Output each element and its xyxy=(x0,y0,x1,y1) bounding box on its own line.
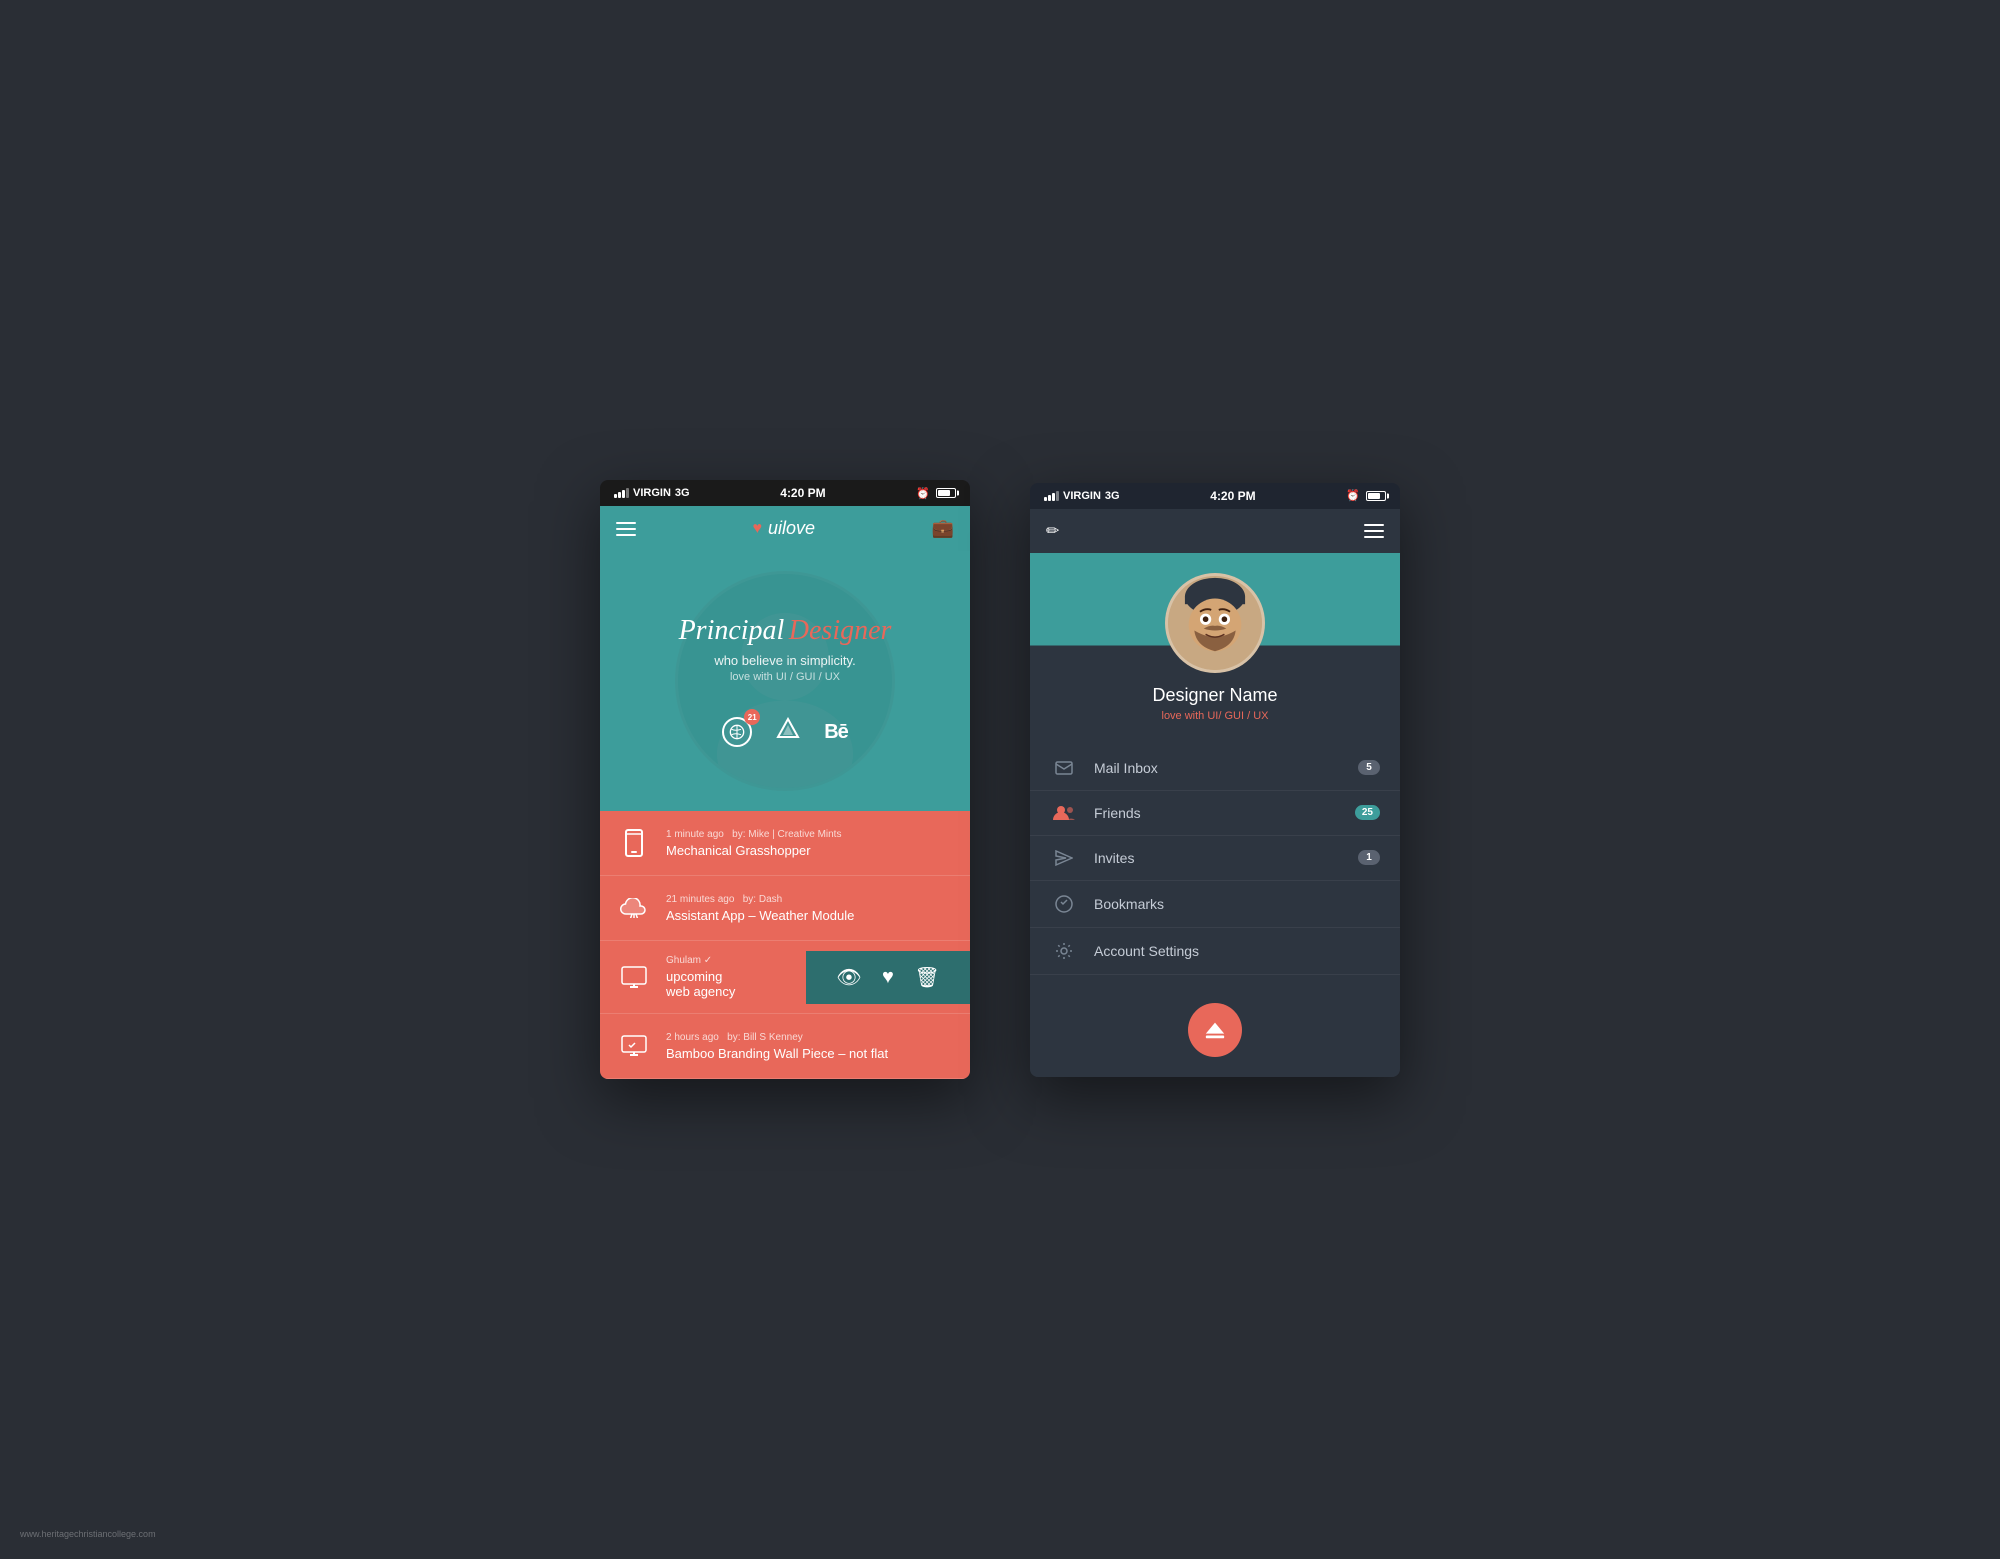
hero-section: Principal Designer who believe in simpli… xyxy=(600,551,970,811)
sidebar-item-bookmarks[interactable]: Bookmarks xyxy=(1030,881,1400,928)
feed-time: 1 minute ago xyxy=(666,829,724,840)
profile-tagline: love with UI/ GUI / UX xyxy=(1162,710,1269,722)
behance-icon: Bē xyxy=(824,721,848,743)
time: 4:20 PM xyxy=(780,486,825,500)
hero-subtitle: who believe in simplicity. xyxy=(679,653,892,668)
feed-by: by: Mike | Creative Mints xyxy=(732,829,841,840)
feed-by: by: Bill S Kenney xyxy=(727,1032,803,1043)
sidebar-item-friends[interactable]: Friends 25 xyxy=(1030,791,1400,836)
clock-icon: ⏰ xyxy=(1346,489,1360,502)
heart-action-icon[interactable]: ♥ xyxy=(882,966,894,989)
status-left: VIRGIN 3G xyxy=(1044,490,1120,502)
monitor-icon xyxy=(616,1028,652,1064)
app-logo: ♥ uilove xyxy=(753,518,816,539)
list-item[interactable]: 1 minute ago by: Mike | Creative Mints M… xyxy=(600,811,970,876)
status-right: ⏰ xyxy=(916,487,956,500)
heart-icon: ♥ xyxy=(753,520,763,538)
profile-header: ✏ xyxy=(1030,509,1400,553)
menu-section: Mail Inbox 5 Friends 25 xyxy=(1030,738,1400,983)
send-icon xyxy=(1050,850,1078,866)
arch-icon-wrap[interactable] xyxy=(776,717,800,747)
friends-badge: 25 xyxy=(1355,805,1380,820)
feed-by: by: Dash xyxy=(743,894,782,905)
feed-time: 2 hours ago xyxy=(666,1032,719,1043)
feed-item-meta: 2 hours ago by: Bill S Kenney xyxy=(666,1032,954,1043)
mail-inbox-label: Mail Inbox xyxy=(1094,760,1358,776)
carrier: VIRGIN xyxy=(633,487,671,499)
hero-text: Principal Designer who believe in simpli… xyxy=(679,615,892,683)
invites-badge: 1 xyxy=(1358,850,1380,865)
account-settings-label: Account Settings xyxy=(1094,943,1380,959)
dribbble-icon-wrap[interactable]: 21 xyxy=(722,717,752,747)
gear-icon xyxy=(1050,942,1078,960)
status-left: VIRGIN 3G xyxy=(614,487,690,499)
behance-icon-wrap[interactable]: Bē xyxy=(824,721,848,744)
sidebar-item-mail-inbox[interactable]: Mail Inbox 5 xyxy=(1030,746,1400,791)
carrier: VIRGIN xyxy=(1063,490,1101,502)
phone1: VIRGIN 3G 4:20 PM ⏰ ♥ uilove 💼 xyxy=(600,480,970,1079)
network: 3G xyxy=(675,487,690,499)
feed-item-title: Mechanical Grasshopper xyxy=(666,843,954,858)
hamburger-icon[interactable] xyxy=(616,522,636,536)
network: 3G xyxy=(1105,490,1120,502)
profile-name: Designer Name xyxy=(1152,685,1277,706)
briefcase-icon[interactable]: 💼 xyxy=(932,518,954,539)
list-item[interactable]: 21 minutes ago by: Dash Assistant App – … xyxy=(600,876,970,941)
feed-item-meta: 21 minutes ago by: Dash xyxy=(666,894,954,905)
status-right: ⏰ xyxy=(1346,489,1386,502)
clock-icon: ⏰ xyxy=(916,487,930,500)
app-name: uilove xyxy=(768,518,815,539)
watermark: www.heritagechristiancollege.com xyxy=(20,1529,156,1539)
hamburger-icon[interactable] xyxy=(1364,524,1384,538)
status-bar-phone2: VIRGIN 3G 4:20 PM ⏰ xyxy=(1030,483,1400,509)
arch-icon xyxy=(776,721,800,746)
pencil-icon[interactable]: ✏ xyxy=(1046,521,1059,541)
dribbble-badge: 21 xyxy=(744,709,760,725)
avatar xyxy=(1165,573,1265,673)
bookmarks-label: Bookmarks xyxy=(1094,896,1380,912)
time: 4:20 PM xyxy=(1210,489,1255,503)
profile-section: Designer Name love with UI/ GUI / UX xyxy=(1030,553,1400,738)
hero-title-accent: Designer xyxy=(789,615,892,646)
feed-item-content: 2 hours ago by: Bill S Kenney Bamboo Bra… xyxy=(666,1032,954,1061)
app-header: ♥ uilove 💼 xyxy=(600,506,970,551)
battery-icon xyxy=(936,488,956,498)
friends-label: Friends xyxy=(1094,805,1355,821)
signal-icon xyxy=(1044,491,1059,501)
feed-item-actions: 👁 ♥ 🗑 xyxy=(806,951,970,1004)
mail-icon xyxy=(1050,761,1078,775)
eject-button[interactable] xyxy=(1188,1003,1242,1057)
social-icons: 21 Bē xyxy=(722,717,848,747)
hero-tagline: love with UI / GUI / UX xyxy=(679,671,892,683)
list-item[interactable]: Ghulam ✓ upcoming web agency 👁 ♥ 🗑 xyxy=(600,941,970,1014)
feed-item-content: 21 minutes ago by: Dash Assistant App – … xyxy=(666,894,954,923)
phone2: VIRGIN 3G 4:20 PM ⏰ ✏ xyxy=(1030,483,1400,1077)
battery-icon xyxy=(1366,491,1386,501)
list-item[interactable]: 2 hours ago by: Bill S Kenney Bamboo Bra… xyxy=(600,1014,970,1079)
invites-label: Invites xyxy=(1094,850,1358,866)
phone-icon xyxy=(616,825,652,861)
sidebar-item-account-settings[interactable]: Account Settings xyxy=(1030,928,1400,975)
web-icon xyxy=(616,959,652,995)
feed-item-title: Bamboo Branding Wall Piece – not flat xyxy=(666,1046,954,1061)
status-bar-phone1: VIRGIN 3G 4:20 PM ⏰ xyxy=(600,480,970,506)
feed-item-content: Ghulam ✓ upcoming web agency xyxy=(666,955,740,999)
feed-item-content: 1 minute ago by: Mike | Creative Mints M… xyxy=(666,829,954,858)
eye-icon[interactable]: 👁 xyxy=(836,965,861,990)
eject-section xyxy=(1030,983,1400,1077)
feed-item-meta: 1 minute ago by: Mike | Creative Mints xyxy=(666,829,954,840)
trash-icon[interactable]: 🗑 xyxy=(914,965,939,990)
hero-title-plain: Principal xyxy=(679,615,785,646)
signal-icon xyxy=(614,488,629,498)
feed-item-by: Ghulam ✓ xyxy=(666,955,740,966)
mail-inbox-badge: 5 xyxy=(1358,760,1380,775)
friends-icon xyxy=(1050,805,1078,821)
sidebar-item-invites[interactable]: Invites 1 xyxy=(1030,836,1400,881)
feed-item-title: Assistant App – Weather Module xyxy=(666,908,954,923)
feed-time: 21 minutes ago xyxy=(666,894,734,905)
cloud-icon xyxy=(616,890,652,926)
feed-item-title: upcoming web agency xyxy=(666,969,740,999)
feed-section: 1 minute ago by: Mike | Creative Mints M… xyxy=(600,811,970,1079)
bookmark-icon xyxy=(1050,895,1078,913)
